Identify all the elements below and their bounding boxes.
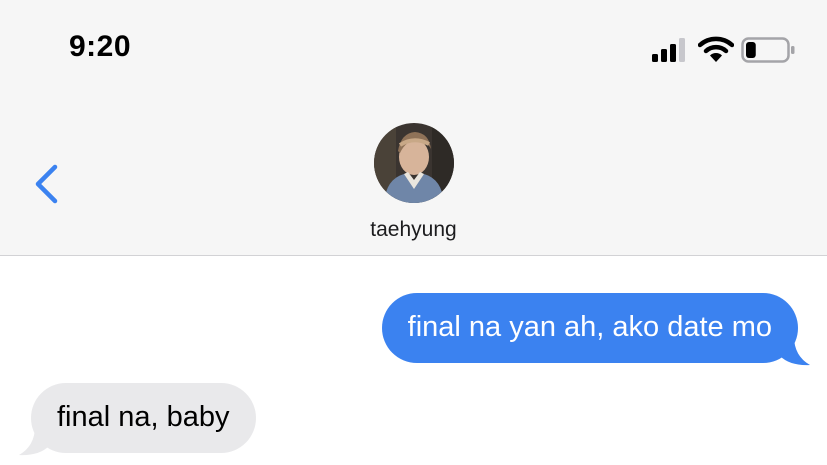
battery-icon xyxy=(741,37,795,63)
incoming-message-bubble[interactable]: final na, baby xyxy=(31,383,256,453)
wifi-icon xyxy=(698,36,734,62)
outgoing-message-bubble[interactable]: final na yan ah, ako date mo xyxy=(381,293,798,363)
battery-level-fill xyxy=(746,42,756,58)
avatar-photo xyxy=(374,123,454,203)
chevron-left-icon xyxy=(35,164,58,204)
messages-screen: 9:20 taehyung final na yan ah, ako date … xyxy=(0,0,827,465)
incoming-bubble-tail xyxy=(19,426,49,456)
contact-name[interactable]: taehyung xyxy=(0,218,827,242)
conversation-header: 9:20 taehyung xyxy=(0,0,827,256)
contact-avatar[interactable] xyxy=(374,123,454,203)
back-button[interactable] xyxy=(28,160,68,208)
cellular-signal-icon xyxy=(652,38,685,62)
status-time: 9:20 xyxy=(69,30,132,63)
outgoing-bubble-tail xyxy=(780,336,810,366)
